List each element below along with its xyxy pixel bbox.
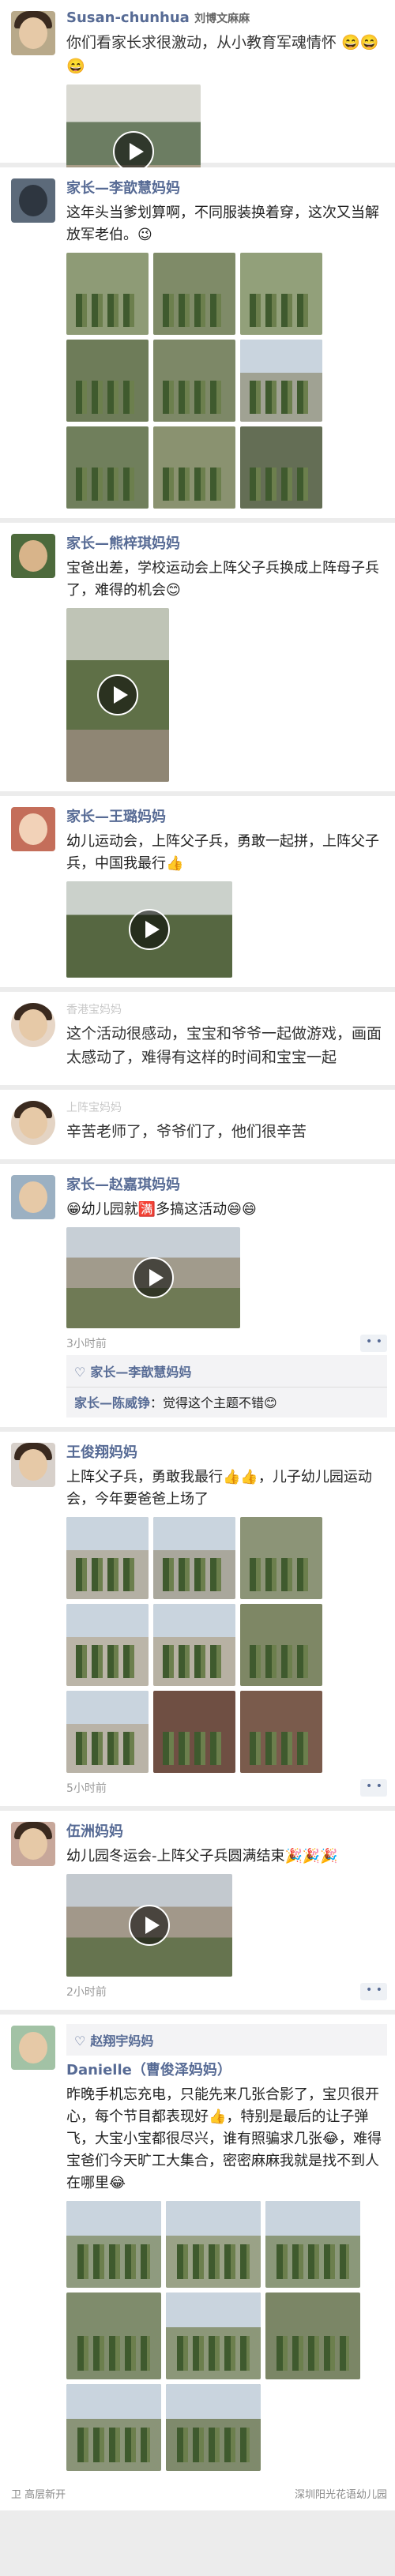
moment-post: 家长—熊梓琪妈妈 宝爸出差，学校运动会上阵父子兵换成上阵母子兵了，难得的机会😊 xyxy=(0,523,395,791)
photo-thumbnail[interactable] xyxy=(153,340,235,422)
photo-thumbnail[interactable] xyxy=(166,2384,261,2471)
heart-icon: ♡ xyxy=(74,2033,86,2048)
photo-grid xyxy=(66,253,387,509)
watermark: 深圳阳光花语幼儿园 xyxy=(294,2489,387,2501)
post-meta: 2小时前 xyxy=(66,1983,387,2000)
photo-grid xyxy=(66,1517,387,1773)
post-text: 宝爸出差，学校运动会上阵父子兵换成上阵母子兵了，难得的机会😊 xyxy=(66,560,379,599)
photo-thumbnail[interactable] xyxy=(153,1604,235,1686)
photo-thumbnail[interactable] xyxy=(265,2201,360,2288)
avatar[interactable] xyxy=(11,11,55,55)
photo-thumbnail[interactable] xyxy=(166,2292,261,2379)
comment-text: 觉得这个主题不错😊 xyxy=(163,1395,277,1410)
avatar[interactable] xyxy=(11,1822,55,1866)
poster-name[interactable]: 上阵宝妈妈 xyxy=(66,1099,387,1115)
moment-post: 伍洲妈妈 幼儿园冬运会-上阵父子兵圆满结束🎉🎉🎉 2小时前 xyxy=(0,1811,395,2010)
photo-thumbnail[interactable] xyxy=(66,2384,161,2471)
moment-post: 家长—赵嘉琪妈妈 😁幼儿园就🈵多搞这活动😄😄 3小时前 ♡ 家长—李歆慧妈妈 家长… xyxy=(0,1164,395,1427)
likes-bar: ♡ 家长—李歆慧妈妈 xyxy=(66,1355,387,1387)
heart-icon: ♡ xyxy=(74,1365,86,1380)
play-icon[interactable] xyxy=(133,1257,174,1298)
photo-thumbnail[interactable] xyxy=(66,253,149,335)
post-text: 这年头当爹划算啊，不同服装换着穿，这次又当解放军老伯。😉 xyxy=(66,205,379,243)
post-text: 你们看家长求很激动，从小教育军魂情怀 😄😄😄 xyxy=(66,34,379,75)
photo-thumbnail[interactable] xyxy=(66,1691,149,1773)
poster-name[interactable]: 家长—熊梓琪妈妈 xyxy=(66,532,387,553)
moments-feed: Susan-chunhua 刘博文麻麻 你们看家长求很激动，从小教育军魂情怀 😄… xyxy=(0,0,395,2510)
photo-thumbnail[interactable] xyxy=(265,2292,360,2379)
likes-bar: ♡ 赵翔宇妈妈 xyxy=(66,2024,387,2056)
photo-thumbnail[interactable] xyxy=(240,340,322,422)
video-thumbnail[interactable] xyxy=(66,881,232,978)
play-icon[interactable] xyxy=(129,909,170,950)
more-actions-icon[interactable] xyxy=(360,1779,387,1797)
comment[interactable]: 家长—陈威铮：觉得这个主题不错😊 xyxy=(66,1387,387,1418)
photo-thumbnail[interactable] xyxy=(240,1604,322,1686)
photo-thumbnail[interactable] xyxy=(66,2201,161,2288)
poster-name[interactable]: 香港宝妈妈 xyxy=(66,1001,387,1017)
avatar[interactable] xyxy=(11,2026,55,2070)
post-text: 幼儿园冬运会-上阵父子兵圆满结束🎉🎉🎉 xyxy=(66,1848,338,1864)
photo-thumbnail[interactable] xyxy=(240,426,322,509)
avatar[interactable] xyxy=(11,1443,55,1487)
photo-thumbnail[interactable] xyxy=(66,426,149,509)
photo-thumbnail[interactable] xyxy=(240,253,322,335)
play-icon[interactable] xyxy=(129,1905,170,1946)
photo-grid xyxy=(66,2201,387,2471)
photo-thumbnail[interactable] xyxy=(153,253,235,335)
poster-name[interactable]: Susan-chunhua 刘博文麻麻 xyxy=(66,9,387,26)
post-time: 3小时前 xyxy=(66,1338,107,1350)
photo-thumbnail[interactable] xyxy=(240,1691,322,1773)
photo-thumbnail[interactable] xyxy=(66,340,149,422)
post-text: 幼儿运动会，上阵父子兵，勇敢一起拼，上阵父子兵，中国我最行👍 xyxy=(66,833,379,872)
post-time: 2小时前 xyxy=(66,1986,107,1999)
video-thumbnail[interactable] xyxy=(66,1874,232,1977)
moment-post: 家长—李歆慧妈妈 这年头当爹划算啊，不同服装换着穿，这次又当解放军老伯。😉 xyxy=(0,167,395,518)
avatar[interactable] xyxy=(11,534,55,578)
poster-name[interactable]: 家长—李歆慧妈妈 xyxy=(66,177,387,197)
post-text: 😁幼儿园就🈵多搞这活动😄😄 xyxy=(66,1201,257,1218)
photo-thumbnail[interactable] xyxy=(153,1691,235,1773)
post-text: 这个活动很感动，宝宝和爷爷一起做游戏，画面太感动了，难得有这样的时间和宝宝一起 xyxy=(66,1025,382,1066)
moment-post: 香港宝妈妈 这个活动很感动，宝宝和爷爷一起做游戏，画面太感动了，难得有这样的时间… xyxy=(0,992,395,1085)
liker-name[interactable]: 家长—李歆慧妈妈 xyxy=(90,1365,191,1380)
photo-thumbnail[interactable] xyxy=(153,1517,235,1599)
post-text: 辛苦老师了，爷爷们了，他们很辛苦 xyxy=(66,1123,307,1140)
avatar[interactable] xyxy=(11,1101,55,1145)
moment-post: ♡ 赵翔宇妈妈 Danielle（曹俊泽妈妈） 昨晚手机忘充电，只能先来几张合影了… xyxy=(0,2015,395,2510)
watermark-left: 卫 高层新开 xyxy=(11,2489,66,2501)
more-actions-icon[interactable] xyxy=(360,1983,387,2000)
moment-post: Susan-chunhua 刘博文麻麻 你们看家长求很激动，从小教育军魂情怀 😄… xyxy=(0,0,395,219)
photo-thumbnail[interactable] xyxy=(66,1517,149,1599)
avatar[interactable] xyxy=(11,1003,55,1047)
poster-name[interactable]: 家长—赵嘉琪妈妈 xyxy=(66,1173,387,1194)
photo-thumbnail[interactable] xyxy=(166,2201,261,2288)
photo-thumbnail[interactable] xyxy=(66,1604,149,1686)
moment-post: 家长—王璐妈妈 幼儿运动会，上阵父子兵，勇敢一起拼，上阵父子兵，中国我最行👍 xyxy=(0,796,395,987)
commenter-name[interactable]: 家长—陈威铮 xyxy=(74,1395,150,1410)
video-thumbnail[interactable] xyxy=(66,1227,240,1328)
poster-name[interactable]: Danielle（曹俊泽妈妈） xyxy=(66,2059,387,2079)
avatar[interactable] xyxy=(11,1175,55,1219)
photo-thumbnail[interactable] xyxy=(240,1517,322,1599)
more-actions-icon[interactable] xyxy=(360,1335,387,1352)
moment-post: 王俊翔妈妈 上阵父子兵，勇敢我最行👍👍，儿子幼儿园运动会，今年要爸爸上场了 5小… xyxy=(0,1432,395,1806)
post-time: 5小时前 xyxy=(66,1782,107,1795)
post-meta: 5小时前 xyxy=(66,1779,387,1797)
play-icon[interactable] xyxy=(97,674,138,715)
avatar[interactable] xyxy=(11,807,55,851)
photo-thumbnail[interactable] xyxy=(66,2292,161,2379)
avatar[interactable] xyxy=(11,178,55,223)
poster-name[interactable]: 家长—王璐妈妈 xyxy=(66,805,387,826)
video-thumbnail[interactable] xyxy=(66,608,169,782)
post-meta: 3小时前 xyxy=(66,1335,387,1352)
moment-post: 上阵宝妈妈 辛苦老师了，爷爷们了，他们很辛苦 xyxy=(0,1090,395,1159)
poster-name[interactable]: 伍洲妈妈 xyxy=(66,1820,387,1841)
post-text: 昨晚手机忘充电，只能先来几张合影了，宝贝很开心，每个节目都表现好👍，特别是最后的… xyxy=(66,2086,382,2191)
photo-thumbnail[interactable] xyxy=(153,426,235,509)
poster-name[interactable]: 王俊翔妈妈 xyxy=(66,1441,387,1462)
play-icon[interactable] xyxy=(113,131,154,172)
post-text: 上阵父子兵，勇敢我最行👍👍，儿子幼儿园运动会，今年要爸爸上场了 xyxy=(66,1469,372,1508)
liker-name[interactable]: 赵翔宇妈妈 xyxy=(90,2033,153,2048)
